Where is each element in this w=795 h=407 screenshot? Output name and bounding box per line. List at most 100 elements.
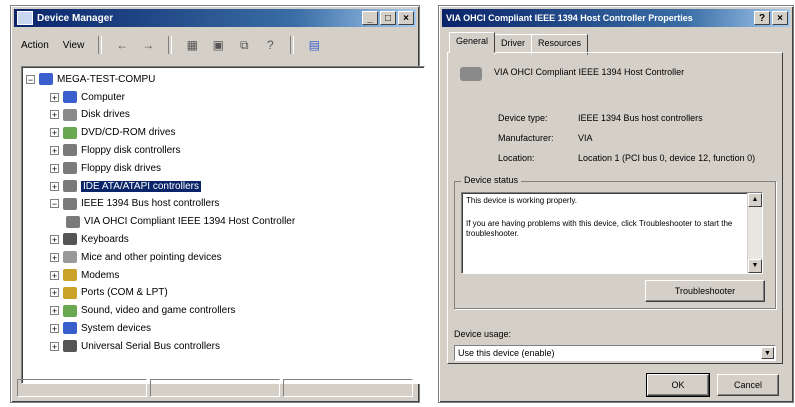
expand-icon[interactable]: + <box>50 92 59 102</box>
keyboard-icon <box>63 233 77 246</box>
device-manager-app-icon <box>17 11 33 25</box>
controller-icon <box>63 144 77 157</box>
location-label: Location: <box>498 153 535 163</box>
tree-item-label: IDE ATA/ATAPI controllers <box>81 180 201 192</box>
collapse-icon[interactable]: − <box>50 199 59 209</box>
location-value: Location 1 (PCI bus 0, device 12, functi… <box>578 153 756 163</box>
expand-icon[interactable]: + <box>50 128 59 138</box>
tree-category-item[interactable]: + Computer <box>50 89 125 105</box>
help-button[interactable]: ? <box>754 11 770 25</box>
properties-titlebar[interactable]: VIA OHCI Compliant IEEE 1394 Host Contro… <box>442 9 790 27</box>
tree-category-item[interactable]: + Modems <box>50 267 119 283</box>
device-name: VIA OHCI Compliant IEEE 1394 Host Contro… <box>494 67 685 77</box>
ok-button[interactable]: OK <box>646 373 710 397</box>
tree-child-item[interactable]: VIA OHCI Compliant IEEE 1394 Host Contro… <box>66 214 295 230</box>
toolbar-separator <box>168 36 173 54</box>
expand-icon[interactable]: + <box>50 252 59 262</box>
back-arrow-icon[interactable]: ← <box>112 36 132 54</box>
expand-icon[interactable]: + <box>50 181 59 191</box>
tree-category-item[interactable]: + Sound, video and game controllers <box>50 303 236 319</box>
window-title: Device Manager <box>37 12 114 24</box>
device-icon <box>460 67 482 81</box>
tree-item-label: VIA OHCI Compliant IEEE 1394 Host Contro… <box>84 216 296 228</box>
close-button[interactable]: × <box>398 11 414 25</box>
status-pane <box>283 379 413 397</box>
expand-icon[interactable]: + <box>50 110 59 120</box>
tree-category-item[interactable]: + System devices <box>50 320 151 336</box>
expand-icon[interactable]: + <box>50 341 59 351</box>
device-tree[interactable]: − MEGA-TEST-COMPU + Computer + Disk drives +… <box>21 66 425 384</box>
tree-category-item[interactable]: + Floppy disk controllers <box>50 142 180 158</box>
maximize-button[interactable]: □ <box>380 11 396 25</box>
collapse-icon[interactable]: − <box>26 74 35 84</box>
expand-icon[interactable]: + <box>50 288 59 298</box>
tab-general[interactable]: General <box>449 32 496 53</box>
system-devices-icon <box>63 322 77 335</box>
tree-item-label: Sound, video and game controllers <box>81 305 236 317</box>
tree-category-item[interactable]: + DVD/CD-ROM drives <box>50 125 175 141</box>
tree-item-label: Floppy disk controllers <box>81 144 181 156</box>
tree-item-label: Disk drives <box>81 109 130 121</box>
tree-category-item[interactable]: − IEEE 1394 Bus host controllers <box>50 196 219 212</box>
tree-category-item[interactable]: + Floppy disk drives <box>50 160 161 176</box>
cdrom-icon <box>63 126 77 139</box>
device-status-textbox[interactable]: This device is working properly. If you … <box>461 192 763 274</box>
tree-category-item[interactable]: + Universal Serial Bus controllers <box>50 338 220 354</box>
device-usage-select[interactable]: Use this device (enable) ▼ <box>454 345 776 361</box>
scroll-down-button[interactable]: ▼ <box>748 259 762 273</box>
status-bar <box>17 379 413 397</box>
expand-icon[interactable]: + <box>50 145 59 155</box>
properties-icon[interactable]: ▣ <box>208 36 228 54</box>
close-button[interactable]: × <box>772 11 788 25</box>
manufacturer-value: VIA <box>578 133 593 143</box>
dropdown-arrow-icon[interactable]: ▼ <box>761 347 774 359</box>
device-manager-titlebar[interactable]: Device Manager _ □ × <box>14 9 416 27</box>
troubleshooter-button[interactable]: Troubleshooter <box>645 280 765 302</box>
scan-hardware-icon[interactable]: ▤ <box>304 36 324 54</box>
expand-icon[interactable]: + <box>50 323 59 333</box>
status-scrollbar[interactable]: ▲ ▼ <box>747 193 762 273</box>
expand-icon[interactable]: + <box>50 270 59 280</box>
device-type-label: Device type: <box>498 113 548 123</box>
computer-root-icon <box>39 73 53 85</box>
tree-item-label: IEEE 1394 Bus host controllers <box>81 198 220 210</box>
expand-icon[interactable]: + <box>50 163 59 173</box>
sound-icon <box>63 304 77 317</box>
tree-category-item[interactable]: + Disk drives <box>50 107 130 123</box>
minimize-button[interactable]: _ <box>362 11 378 25</box>
device-status-group-label: Device status <box>461 175 522 185</box>
cancel-button[interactable]: Cancel <box>717 374 779 396</box>
status-pane <box>17 379 147 397</box>
menu-view[interactable]: View <box>59 38 89 53</box>
toolbar: Action View ← → ▦ ▣ ⧉ ? ▤ <box>17 32 413 58</box>
toolbar-separator <box>98 36 103 54</box>
tree-category-item[interactable]: + Keyboards <box>50 231 129 247</box>
help-icon[interactable]: ? <box>260 36 280 54</box>
modem-icon <box>63 269 77 281</box>
properties-dialog: VIA OHCI Compliant IEEE 1394 Host Contro… <box>438 5 794 403</box>
expand-icon[interactable]: + <box>50 234 59 244</box>
ieee1394-icon <box>63 197 77 210</box>
tree-item-label: Ports (COM & LPT) <box>81 287 168 299</box>
status-pane <box>150 379 280 397</box>
tree-item-label: Modems <box>81 269 120 281</box>
tree-category-item[interactable]: + IDE ATA/ATAPI controllers <box>50 178 201 194</box>
mouse-icon <box>63 251 77 264</box>
general-panel: VIA OHCI Compliant IEEE 1394 Host Contro… <box>447 52 783 364</box>
export-icon[interactable]: ⧉ <box>234 36 254 54</box>
forward-arrow-icon[interactable]: → <box>138 36 158 54</box>
device-usage-label: Device usage: <box>454 329 512 339</box>
grid-view-icon[interactable]: ▦ <box>182 36 202 54</box>
tree-item-label: Mice and other pointing devices <box>81 251 222 263</box>
dialog-title: VIA OHCI Compliant IEEE 1394 Host Contro… <box>446 13 693 23</box>
status-line-1: This device is working properly. <box>466 196 578 205</box>
tree-category-item[interactable]: + Ports (COM & LPT) <box>50 285 168 301</box>
floppy-icon <box>63 162 77 175</box>
status-line-2: If you are having problems with this dev… <box>466 219 733 238</box>
scroll-up-button[interactable]: ▲ <box>748 193 762 207</box>
expand-icon[interactable]: + <box>50 306 59 316</box>
tree-root[interactable]: − MEGA-TEST-COMPU <box>26 71 155 87</box>
menu-action[interactable]: Action <box>17 38 53 53</box>
usb-icon <box>63 340 77 353</box>
tree-category-item[interactable]: + Mice and other pointing devices <box>50 249 222 265</box>
